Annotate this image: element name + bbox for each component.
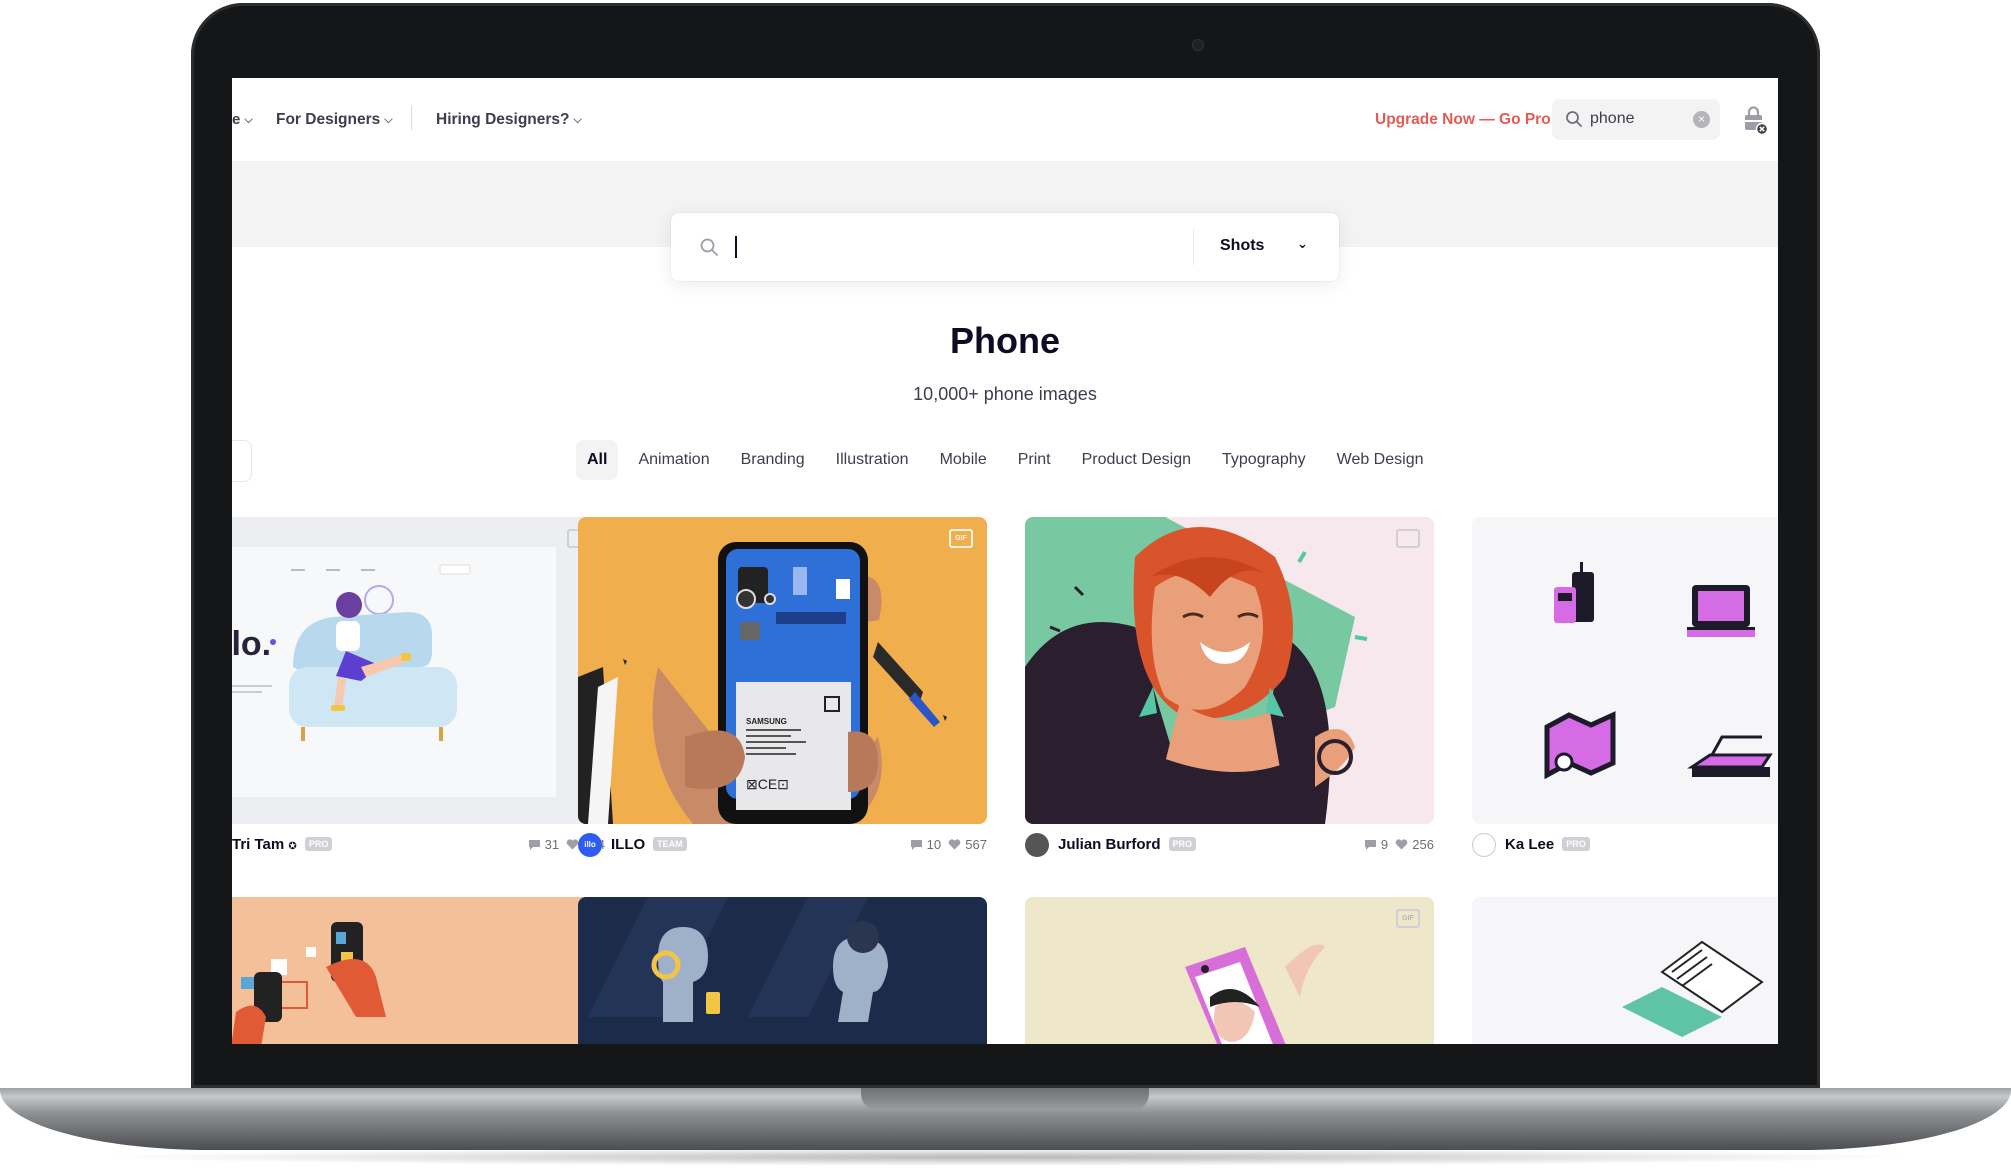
main-search-box[interactable]: Shots ⌄ [671, 213, 1339, 281]
team-badge: TEAM [653, 837, 687, 851]
tab-print[interactable]: Print [1007, 440, 1062, 480]
chevron-down-icon[interactable]: ⌄ [1297, 236, 1308, 252]
tab-illustration[interactable]: Illustration [825, 440, 920, 480]
shot-card[interactable] [1472, 897, 1778, 1044]
shot-card[interactable]: SAMSUNG ⊠CE⊡ GIF [578, 517, 987, 824]
author-name[interactable]: ILLO TEAM [611, 836, 687, 853]
shot-thumbnail [588, 897, 888, 1022]
shot-thumbnail: SAMSUNG ⊠CE⊡ [578, 542, 947, 824]
search-icon [699, 237, 719, 262]
category-tabs: All Animation Branding Illustration Mobi… [576, 440, 1443, 480]
clear-icon[interactable]: × [1693, 111, 1710, 128]
page-subtitle: 10,000+ phone images [913, 384, 1097, 404]
verified-icon: ✪ [288, 841, 297, 852]
comment-icon [910, 838, 923, 850]
shot-thumbnail [1544, 562, 1773, 780]
upgrade-link[interactable]: Upgrade Now — Go Pro [1375, 111, 1551, 129]
pro-badge: PRO [1168, 837, 1197, 851]
search-type-select[interactable]: Shots [1220, 237, 1264, 255]
tab-all[interactable]: All [576, 440, 619, 480]
chevron-down-icon: ⌵ [384, 114, 393, 126]
author-name[interactable]: Tri Tam ✪ PRO [232, 836, 333, 853]
shot-card[interactable]: GIF [1025, 897, 1434, 1044]
text-caret [735, 236, 737, 258]
shot-image-text: SAMSUNG [746, 717, 787, 726]
shot-card[interactable]: llo. [232, 517, 605, 824]
tab-branding[interactable]: Branding [730, 440, 816, 480]
shot-meta: Ka Lee PRO [1472, 833, 1778, 857]
shot-image-text: llo. [232, 625, 271, 663]
pro-badge: PRO [304, 837, 333, 851]
laptop-shadow [90, 1148, 1920, 1166]
top-navbar: e ⌵ For Designers ⌵ Hiring Designers? ⌵ Upg… [232, 78, 1778, 161]
shot-meta: Tri Tam ✪PRO 31 594 [232, 833, 605, 857]
shot-thumbnail: llo. [232, 547, 556, 797]
author-name[interactable]: Julian Burford PRO [1058, 836, 1197, 853]
nav-item-cut-off[interactable]: e ⌵ [232, 111, 253, 128]
nav-for-designers[interactable]: For Designers ⌵ [276, 111, 393, 129]
browser-screen: e ⌵ For Designers ⌵ Hiring Designers? ⌵ Upg… [232, 78, 1778, 1044]
chevron-down-icon: ⌵ [244, 114, 253, 126]
shot-card[interactable] [1025, 517, 1434, 824]
filters-button[interactable] [232, 440, 252, 482]
svg-text:⊠CE⊡: ⊠CE⊡ [746, 776, 789, 792]
shot-stats: 9 256 [1364, 837, 1434, 852]
gif-icon: GIF [949, 529, 973, 548]
tab-typography[interactable]: Typography [1211, 440, 1317, 480]
chevron-down-icon: ⌵ [573, 114, 582, 126]
shot-thumbnail [1185, 944, 1325, 1044]
nav-hiring-designers[interactable]: Hiring Designers? ⌵ [436, 111, 582, 129]
multi-shot-icon [1396, 529, 1420, 548]
heart-icon [1395, 838, 1408, 850]
shot-card[interactable] [232, 897, 605, 1044]
shot-thumbnail [1025, 517, 1368, 824]
comment-icon [528, 838, 541, 850]
camera-icon [1192, 39, 1204, 51]
shot-meta: illo ILLO TEAM 10 567 [578, 833, 987, 857]
tab-mobile[interactable]: Mobile [929, 440, 998, 480]
shopping-bag-icon[interactable] [1742, 106, 1769, 141]
nav-search-input[interactable]: phone × [1552, 99, 1720, 140]
author-name[interactable]: Ka Lee PRO [1505, 836, 1590, 853]
shot-thumbnail [1622, 940, 1764, 1037]
tab-animation[interactable]: Animation [627, 440, 720, 480]
avatar[interactable]: illo [578, 833, 602, 857]
tab-web-design[interactable]: Web Design [1326, 440, 1435, 480]
shot-card[interactable] [578, 897, 987, 1044]
heart-icon [948, 838, 961, 850]
avatar[interactable] [1025, 833, 1049, 857]
pro-badge: PRO [1562, 837, 1590, 851]
tab-product-design[interactable]: Product Design [1071, 440, 1202, 480]
avatar[interactable] [1472, 833, 1496, 857]
gif-icon: GIF [1396, 909, 1420, 928]
shot-stats: 10 567 [910, 837, 987, 852]
page-title: Phone [949, 320, 1060, 361]
laptop-notch [861, 1088, 1149, 1110]
shot-meta: Julian Burford PRO 9 256 [1025, 833, 1434, 857]
comment-icon [1364, 838, 1377, 850]
shot-card[interactable] [1472, 517, 1778, 824]
nav-divider [411, 106, 412, 130]
nav-search-value: phone [1590, 110, 1635, 127]
search-icon [1565, 110, 1583, 133]
shot-thumbnail [232, 922, 386, 1044]
search-divider [1193, 229, 1194, 265]
